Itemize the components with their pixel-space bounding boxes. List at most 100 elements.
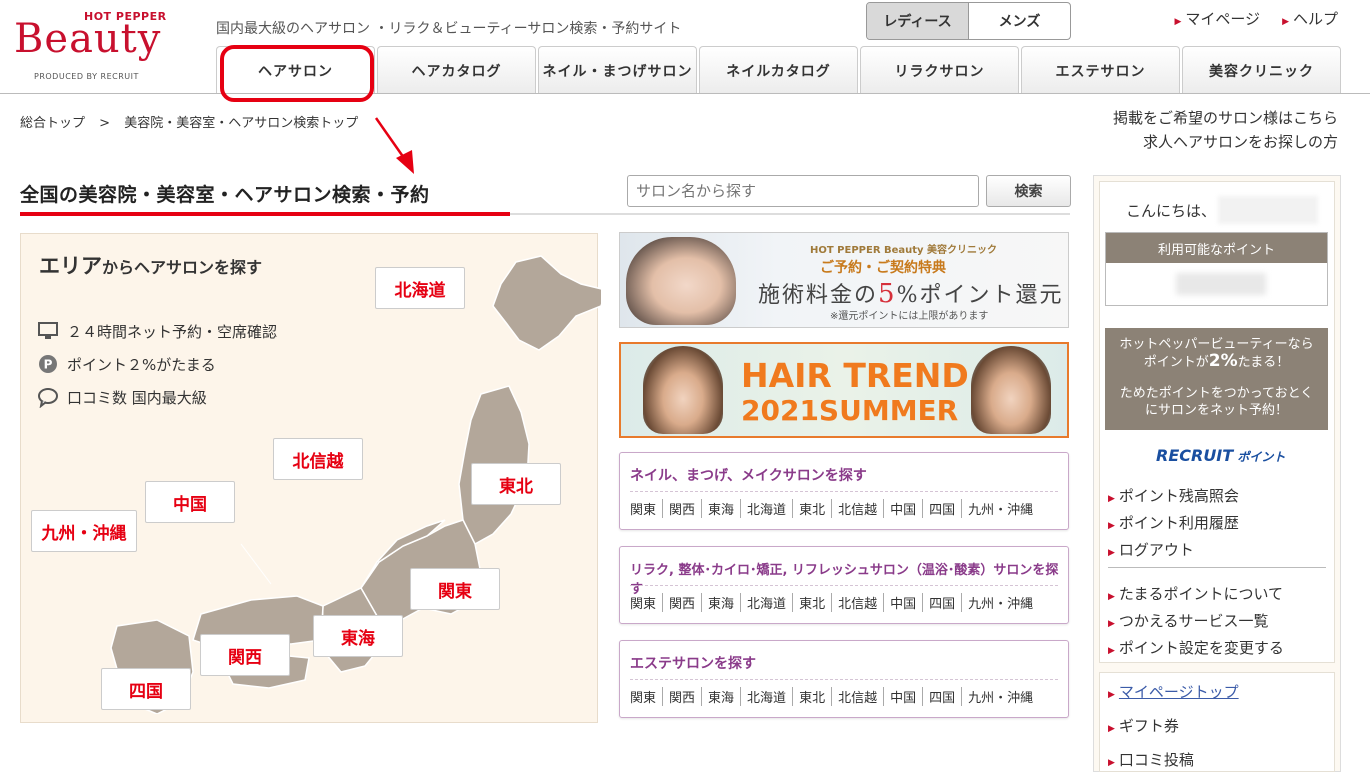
- region-button-tokai[interactable]: 東海: [313, 615, 403, 657]
- region-link[interactable]: 関東: [630, 499, 664, 518]
- region-link[interactable]: 北信越: [832, 593, 885, 612]
- breadcrumb-home[interactable]: 総合トップ: [20, 116, 85, 131]
- tab-esthetic-salon[interactable]: エステサロン: [1021, 46, 1180, 94]
- region-link[interactable]: 四国: [923, 499, 963, 518]
- region-link[interactable]: 関西: [663, 593, 703, 612]
- region-link[interactable]: 九州・沖縄: [962, 499, 1039, 518]
- region-link[interactable]: 中国: [884, 499, 924, 518]
- region-link[interactable]: 中国: [884, 687, 924, 706]
- search-box-title[interactable]: エステサロンを探す: [630, 653, 756, 673]
- available-points-label: 利用可能なポイント: [1106, 233, 1327, 263]
- region-link[interactable]: 東海: [702, 499, 742, 518]
- region-link[interactable]: 関東: [630, 687, 664, 706]
- promo-line: ポイントが2%たまる！: [1105, 353, 1328, 371]
- tab-beauty-clinic[interactable]: 美容クリニック: [1182, 46, 1341, 94]
- hair-trend-banner[interactable]: HAIR TREND 2021SUMMER: [619, 342, 1069, 438]
- listing-inquiry-link[interactable]: 掲載をご希望のサロン様はこちら: [1113, 106, 1338, 130]
- logo-sub-text: PRODUCED BY RECRUIT: [34, 72, 139, 81]
- region-link[interactable]: 九州・沖縄: [962, 593, 1039, 612]
- region-link[interactable]: 東北: [793, 687, 833, 706]
- services-list-link[interactable]: ▶ つかえるサービス一覧: [1108, 609, 1284, 636]
- beauty-clinic-banner[interactable]: HOT PEPPER Beauty 美容クリニック ご予約・ご契約特典 施術料金…: [619, 232, 1069, 328]
- gender-switch: レディース メンズ: [866, 2, 1071, 40]
- site-tagline: 国内最大級のヘアサロン ・リラク＆ビューティーサロン検索・予約サイト: [216, 21, 682, 37]
- triangle-right-icon: ▶: [1282, 17, 1289, 27]
- region-button-chugoku[interactable]: 中国: [145, 481, 235, 523]
- region-button-kansai[interactable]: 関西: [200, 634, 290, 676]
- region-link[interactable]: 北信越: [832, 687, 885, 706]
- tab-nail-eyelash-salon[interactable]: ネイル・まつげサロン: [538, 46, 697, 94]
- hotpepper-beauty-logo[interactable]: HOT PEPPER Beauty PRODUCED BY RECRUIT: [14, 10, 186, 86]
- region-button-hokushinetsu[interactable]: 北信越: [273, 438, 363, 480]
- region-link[interactable]: 北海道: [741, 499, 794, 518]
- breadcrumb: 総合トップ > 美容院・美容室・ヘアサロン検索トップ: [20, 112, 368, 131]
- point-balance-link[interactable]: ▶ ポイント残高照会: [1108, 484, 1239, 511]
- review-post-link[interactable]: ▶ 口コミ投稿: [1108, 749, 1194, 770]
- region-link[interactable]: 中国: [884, 593, 924, 612]
- job-search-link[interactable]: 求人ヘアサロンをお探しの方: [1113, 130, 1338, 154]
- triangle-right-icon: ▶: [1174, 17, 1182, 27]
- esthetic-search-box: エステサロンを探す 関東 関西 東海 北海道 東北 北信越 中国 四国 九州・沖…: [619, 640, 1069, 718]
- relax-search-box: リラク, 整体･カイロ･矯正, リフレッシュサロン（温浴･酸素）サロンを探す 関…: [619, 546, 1069, 624]
- search-box-title[interactable]: リラク, 整体･カイロ･矯正, リフレッシュサロン（温浴･酸素）サロンを探す: [630, 559, 1068, 597]
- greeting-text: こんにちは、: [1126, 202, 1217, 220]
- search-button[interactable]: 検索: [986, 175, 1071, 207]
- region-button-kyushu-okinawa[interactable]: 九州・沖縄: [31, 510, 137, 552]
- points-links-2: ▶ たまるポイントについて ▶ つかえるサービス一覧 ▶ ポイント設定を変更する: [1108, 582, 1284, 663]
- region-button-tohoku[interactable]: 東北: [471, 463, 561, 505]
- monitor-icon: [37, 320, 59, 342]
- banner-brand: HOT PEPPER Beauty 美容クリニック: [810, 245, 998, 256]
- region-link[interactable]: 北海道: [741, 593, 794, 612]
- model-photo: [971, 346, 1051, 434]
- region-link[interactable]: 北信越: [832, 499, 885, 518]
- promo-line: ためたポイントをつかっておとく: [1119, 386, 1314, 401]
- hokkaido-shape: [492, 255, 601, 351]
- gift-card-link[interactable]: ▶ ギフト券: [1108, 715, 1179, 736]
- help-link[interactable]: ▶ ヘルプ: [1282, 8, 1338, 29]
- tab-bottom-line: [0, 93, 1370, 94]
- salon-name-search-input[interactable]: [627, 175, 979, 207]
- region-link[interactable]: 東北: [793, 499, 833, 518]
- triangle-right-icon: ▶: [1108, 521, 1115, 531]
- region-button-kanto[interactable]: 関東: [410, 568, 500, 610]
- ladies-toggle[interactable]: レディース: [867, 3, 969, 39]
- points-links-1: ▶ ポイント残高照会 ▶ ポイント利用履歴 ▶ ログアウト: [1108, 484, 1239, 565]
- about-points-link[interactable]: ▶ たまるポイントについて: [1108, 582, 1284, 609]
- link-label: つかえるサービス一覧: [1118, 612, 1269, 630]
- point-history-link[interactable]: ▶ ポイント利用履歴: [1108, 511, 1239, 538]
- region-link[interactable]: 四国: [923, 593, 963, 612]
- triangle-right-icon: ▶: [1108, 646, 1115, 656]
- region-button-hokkaido[interactable]: 北海道: [375, 267, 465, 309]
- region-link[interactable]: 東海: [702, 687, 742, 706]
- tab-nail-catalog[interactable]: ネイルカタログ: [699, 46, 858, 94]
- region-link[interactable]: 四国: [923, 687, 963, 706]
- promo-emph: 2%: [1208, 351, 1238, 371]
- area-title: エリアからヘアサロンを探す: [39, 250, 262, 280]
- blurred-points: [1176, 273, 1266, 295]
- region-link[interactable]: 関西: [663, 499, 703, 518]
- logout-link[interactable]: ▶ ログアウト: [1108, 538, 1239, 565]
- tab-hair-catalog[interactable]: ヘアカタログ: [377, 46, 536, 94]
- region-links: 関東 関西 東海 北海道 東北 北信越 中国 四国 九州・沖縄: [630, 499, 1039, 518]
- region-link[interactable]: 九州・沖縄: [962, 687, 1039, 706]
- region-button-shikoku[interactable]: 四国: [101, 668, 191, 710]
- region-link[interactable]: 東北: [793, 593, 833, 612]
- model-photo: [643, 346, 723, 434]
- link-label: たまるポイントについて: [1118, 585, 1284, 603]
- arrow-annotation-icon: [374, 117, 414, 174]
- mens-toggle[interactable]: メンズ: [969, 3, 1070, 39]
- region-link[interactable]: 関東: [630, 593, 664, 612]
- region-link[interactable]: 関西: [663, 687, 703, 706]
- headline-post: %ポイント還元: [896, 283, 1064, 308]
- triangle-right-icon: ▶: [1108, 690, 1115, 700]
- tab-relax-salon[interactable]: リラクサロン: [860, 46, 1019, 94]
- recruit-point-logo: RECRUIT ポイント: [1156, 446, 1285, 465]
- mypage-link[interactable]: ▶ マイページ: [1174, 8, 1260, 29]
- mypage-top-link[interactable]: ▶ マイページトップ: [1108, 681, 1239, 702]
- point-settings-link[interactable]: ▶ ポイント設定を変更する: [1108, 636, 1284, 663]
- search-box-title[interactable]: ネイル、まつげ、メイクサロンを探す: [630, 465, 867, 485]
- triangle-right-icon: ▶: [1108, 494, 1115, 504]
- region-link[interactable]: 東海: [702, 593, 742, 612]
- dashed-divider: [630, 679, 1058, 680]
- region-link[interactable]: 北海道: [741, 687, 794, 706]
